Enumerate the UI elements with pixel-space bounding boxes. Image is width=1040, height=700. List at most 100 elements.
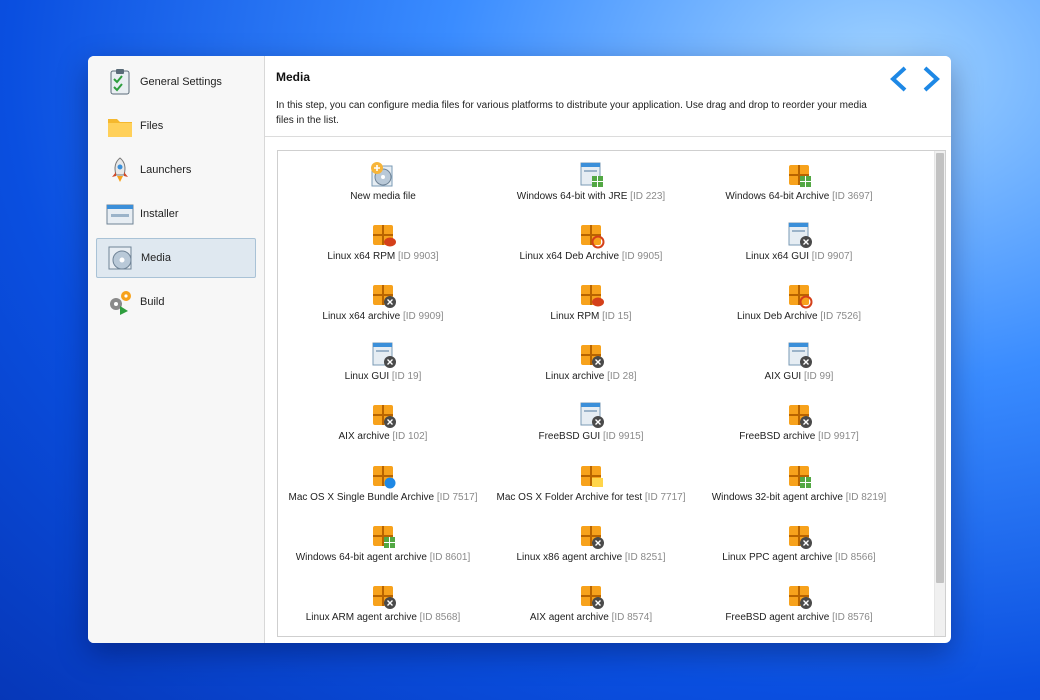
- main-panel: Media In this step, you can configure me…: [265, 56, 951, 643]
- page-title: Media: [276, 70, 311, 84]
- media-file-item[interactable]: AIX archive [ID 102]: [278, 395, 488, 453]
- scrollbar-thumb[interactable]: [936, 153, 944, 583]
- unix-archive-icon: [785, 401, 813, 429]
- media-file-id: [ID 102]: [392, 431, 428, 442]
- media-file-id: [ID 8574]: [611, 612, 653, 623]
- media-file-item[interactable]: Mac OS X Folder Archive for test [ID 771…: [486, 456, 696, 514]
- sidebar-item-label: Build: [140, 296, 165, 308]
- media-file-id: [ID 9905]: [621, 251, 663, 262]
- chevron-left-icon[interactable]: [885, 64, 913, 94]
- deb-archive-icon: [785, 281, 813, 309]
- sidebar-item-build[interactable]: Build: [96, 282, 256, 322]
- media-file-label: Windows 64-bit agent archive [ID 8601]: [278, 552, 488, 563]
- media-file-item[interactable]: AIX GUI [ID 99]: [694, 335, 904, 393]
- media-file-id: [ID 223]: [630, 191, 666, 202]
- sidebar-item-label: Launchers: [140, 164, 192, 176]
- media-file-id: [ID 15]: [602, 311, 632, 322]
- sidebar-item-files[interactable]: Files: [96, 106, 256, 146]
- media-file-item[interactable]: Linux archive [ID 28]: [486, 335, 696, 393]
- media-file-id: [ID 9909]: [403, 311, 444, 322]
- media-file-label: Linux RPM [ID 15]: [486, 311, 696, 322]
- media-file-name: AIX GUI: [764, 371, 802, 382]
- unix-installer-icon: [785, 341, 813, 369]
- media-file-name: Mac OS X Folder Archive for test: [496, 492, 643, 503]
- media-file-label: AIX agent archive [ID 8574]: [486, 612, 696, 623]
- media-file-item[interactable]: Linux x86 agent archive [ID 8251]: [486, 516, 696, 574]
- media-file-item[interactable]: FreeBSD GUI [ID 9915]: [486, 395, 696, 453]
- unix-installer-icon: [785, 221, 813, 249]
- media-file-item[interactable]: AIX agent archive [ID 8574]: [486, 576, 696, 634]
- mac-bundle-archive-icon: [369, 462, 397, 490]
- new-media-file-button[interactable]: New media file: [278, 155, 488, 213]
- media-file-item[interactable]: Linux PPC agent archive [ID 8566]: [694, 516, 904, 574]
- unix-archive-icon: [577, 582, 605, 610]
- media-file-name: Linux x64 archive: [322, 311, 401, 322]
- media-file-name: Windows 64-bit Archive: [725, 191, 830, 202]
- windows-archive-icon: [785, 161, 813, 189]
- media-file-item[interactable]: Linux x64 archive [ID 9909]: [278, 275, 488, 333]
- media-file-id: [ID 8576]: [832, 612, 873, 623]
- media-file-label: FreeBSD agent archive [ID 8576]: [694, 612, 904, 623]
- chevron-right-icon[interactable]: [917, 64, 945, 94]
- media-file-item[interactable]: Linux Deb Archive [ID 7526]: [694, 275, 904, 333]
- media-file-label: Linux GUI [ID 19]: [278, 371, 488, 382]
- media-file-name: Linux x86 agent archive: [516, 552, 623, 563]
- media-file-name: FreeBSD GUI: [538, 431, 601, 442]
- rpm-archive-icon: [369, 221, 397, 249]
- media-file-label: AIX GUI [ID 99]: [694, 371, 904, 382]
- media-file-id: [ID 9915]: [602, 431, 644, 442]
- sidebar-item-launchers[interactable]: Launchers: [96, 150, 256, 190]
- media-file-id: [ID 8219]: [845, 492, 887, 503]
- folder-icon: [106, 112, 134, 140]
- sidebar-item-label: Installer: [140, 208, 179, 220]
- media-file-item[interactable]: Linux ARM agent archive [ID 8568]: [278, 576, 488, 634]
- media-file-item[interactable]: Linux RPM [ID 15]: [486, 275, 696, 333]
- media-disc-icon: [107, 244, 135, 272]
- media-file-id: [ID 8566]: [835, 552, 876, 563]
- media-file-id: [ID 8251]: [624, 552, 666, 563]
- media-file-name: AIX agent archive: [529, 612, 609, 623]
- media-file-name: Mac OS X Single Bundle Archive: [288, 492, 435, 503]
- media-file-item[interactable]: Linux x64 Deb Archive [ID 9905]: [486, 215, 696, 273]
- media-file-name: Windows 64-bit with JRE: [516, 191, 628, 202]
- media-file-label: Windows 64-bit with JRE [ID 223]: [486, 191, 696, 202]
- sidebar-item-label: Media: [141, 252, 171, 264]
- media-file-id: [ID 28]: [607, 371, 637, 382]
- media-file-item[interactable]: Windows 64-bit Archive [ID 3697]: [694, 155, 904, 213]
- media-file-id: [ID 7526]: [820, 311, 861, 322]
- media-file-id: [ID 7717]: [644, 492, 686, 503]
- media-file-label: AIX archive [ID 102]: [278, 431, 488, 442]
- media-file-item[interactable]: Linux GUI [ID 19]: [278, 335, 488, 393]
- media-file-label: FreeBSD archive [ID 9917]: [694, 431, 904, 442]
- media-file-name: Linux archive: [545, 371, 605, 382]
- media-file-item[interactable]: Mac OS X Single Bundle Archive [ID 7517]: [278, 456, 488, 514]
- clipboard-check-icon: [106, 68, 134, 96]
- media-file-item[interactable]: FreeBSD agent archive [ID 8576]: [694, 576, 904, 634]
- media-file-item[interactable]: Windows 64-bit agent archive [ID 8601]: [278, 516, 488, 574]
- media-file-label: Linux x64 GUI [ID 9907]: [694, 251, 904, 262]
- media-file-list[interactable]: New media file Windows 64-bit with JRE [I…: [277, 150, 946, 637]
- media-file-label: New media file: [278, 191, 488, 202]
- mac-folder-archive-icon: [577, 462, 605, 490]
- sidebar-item-general-settings[interactable]: General Settings: [96, 62, 256, 102]
- sidebar-item-installer[interactable]: Installer: [96, 194, 256, 234]
- vertical-scrollbar[interactable]: [934, 151, 945, 636]
- unix-archive-icon: [369, 582, 397, 610]
- media-file-item[interactable]: Linux x64 RPM [ID 9903]: [278, 215, 488, 273]
- media-file-label: FreeBSD GUI [ID 9915]: [486, 431, 696, 442]
- media-file-label: Mac OS X Folder Archive for test [ID 771…: [486, 492, 696, 503]
- step-navigation: [885, 64, 945, 94]
- media-file-name: FreeBSD agent archive: [725, 612, 830, 623]
- media-file-item[interactable]: FreeBSD archive [ID 9917]: [694, 395, 904, 453]
- media-file-label: Linux x86 agent archive [ID 8251]: [486, 552, 696, 563]
- media-file-name: Linux PPC agent archive: [722, 552, 833, 563]
- media-file-id: [ID 8601]: [429, 552, 471, 563]
- rocket-icon: [106, 156, 134, 184]
- sidebar-item-media[interactable]: Media: [96, 238, 256, 278]
- media-file-item[interactable]: Windows 64-bit with JRE [ID 223]: [486, 155, 696, 213]
- media-file-id: [ID 9917]: [818, 431, 859, 442]
- media-file-item[interactable]: Linux x64 GUI [ID 9907]: [694, 215, 904, 273]
- rpm-archive-icon: [577, 281, 605, 309]
- unix-archive-icon: [577, 522, 605, 550]
- media-file-item[interactable]: Windows 32-bit agent archive [ID 8219]: [694, 456, 904, 514]
